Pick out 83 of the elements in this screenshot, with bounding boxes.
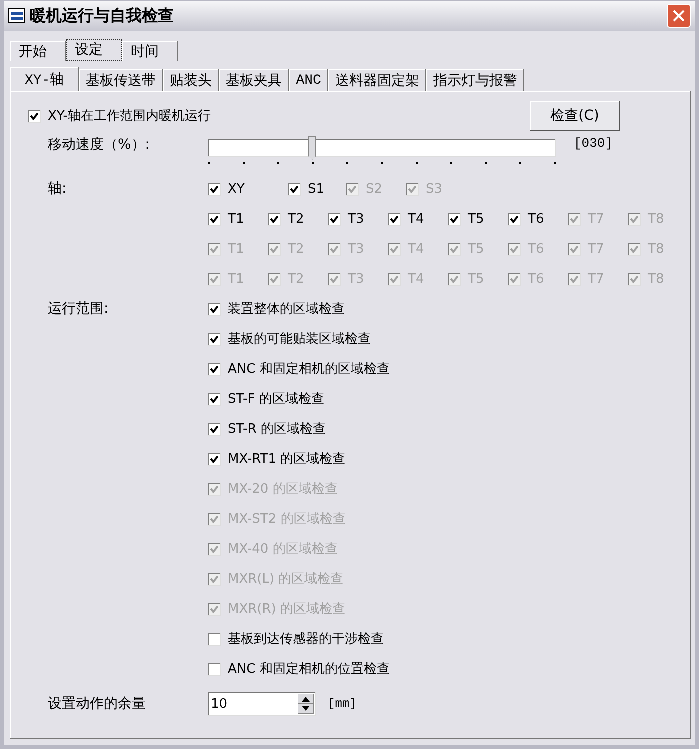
- checkbox-label: T5: [468, 212, 484, 226]
- tab[interactable]: 指示灯与报警: [426, 69, 524, 91]
- checkbox[interactable]: [28, 110, 41, 122]
- speed-label: 移动速度（%）:: [48, 136, 152, 154]
- checkbox-label: 基板的可能贴装区域检查: [228, 331, 371, 348]
- checkbox-label: ST-R 的区域检查: [228, 421, 326, 438]
- checkbox[interactable]: [508, 212, 521, 226]
- checkbox-label: XY: [228, 182, 245, 196]
- checkbox[interactable]: [388, 212, 401, 226]
- checkbox[interactable]: [208, 362, 221, 376]
- checkbox-label: T6: [528, 212, 544, 226]
- speed-slider[interactable]: [208, 136, 556, 166]
- axis-label: 轴:: [48, 180, 68, 198]
- checkbox[interactable]: [268, 212, 281, 226]
- checkbox-label: T3: [348, 272, 364, 286]
- close-icon: [673, 10, 685, 22]
- checkbox-label: 装置整体的区域检查: [228, 301, 345, 318]
- checkbox-label: T7: [588, 212, 604, 226]
- checkbox-label: T8: [648, 272, 664, 286]
- tab[interactable]: ANC: [289, 69, 328, 91]
- unit-label: [mm]: [328, 697, 357, 711]
- checkbox-label: MX-RT1 的区域检查: [228, 451, 346, 468]
- checkbox[interactable]: [208, 212, 221, 226]
- tab[interactable]: 基板传送带: [79, 69, 164, 91]
- tab[interactable]: 时间: [122, 41, 178, 61]
- checkbox[interactable]: [288, 182, 301, 196]
- checkbox[interactable]: [208, 452, 221, 466]
- checkbox[interactable]: [208, 662, 221, 676]
- checkbox[interactable]: [448, 212, 461, 226]
- checkbox[interactable]: [328, 212, 341, 226]
- tab[interactable]: 基板夹具: [219, 69, 290, 91]
- spinner-arrows-icon[interactable]: [298, 694, 314, 714]
- checkbox[interactable]: [208, 632, 221, 646]
- checkbox-label: T2: [288, 242, 304, 256]
- checkbox[interactable]: [208, 182, 221, 196]
- margin-label: 设置动作的余量: [48, 695, 147, 713]
- checkbox[interactable]: [208, 302, 221, 316]
- checkbox-label: S2: [366, 182, 383, 196]
- checkbox-label: T1: [228, 242, 244, 256]
- speed-reading: [030]: [574, 136, 614, 151]
- close-button[interactable]: [667, 4, 691, 28]
- checkbox-label: MX-ST2 的区域检查: [228, 511, 346, 528]
- checkbox-label: T8: [648, 212, 664, 226]
- checkbox-label: T3: [348, 242, 364, 256]
- checkbox-label: T5: [468, 272, 484, 286]
- tab[interactable]: 贴装头: [163, 69, 220, 91]
- checkbox-label: MX-20 的区域检查: [228, 481, 338, 498]
- checkbox-label: T6: [528, 272, 544, 286]
- checkbox-label: ANC 和固定相机的区域检查: [228, 361, 390, 378]
- tab[interactable]: 送料器固定架: [328, 69, 426, 91]
- slider-thumb[interactable]: [308, 136, 316, 160]
- tab[interactable]: 设定: [66, 39, 122, 61]
- window-icon: [8, 7, 26, 25]
- checkbox-label: T1: [228, 212, 244, 226]
- checkbox-label: ANC 和固定相机的位置检查: [228, 661, 390, 678]
- tab[interactable]: XY-轴: [10, 67, 80, 91]
- checkbox-label: T4: [408, 212, 424, 226]
- checkbox-label: MXR(R) 的区域检查: [228, 601, 346, 618]
- checkbox-label: S3: [426, 182, 443, 196]
- range-label: 运行范围:: [48, 300, 110, 318]
- check-button[interactable]: 检查(C): [530, 101, 620, 131]
- checkbox-label: T2: [288, 212, 304, 226]
- window-title: 暖机运行与自我检查: [30, 6, 175, 26]
- tab[interactable]: 开始: [10, 41, 66, 61]
- checkbox[interactable]: [208, 392, 221, 406]
- checkbox-label: MXR(L) 的区域检查: [228, 571, 344, 588]
- checkbox-label: S1: [308, 182, 325, 196]
- checkbox-label: MX-40 的区域检查: [228, 541, 338, 558]
- checkbox-label: T6: [528, 242, 544, 256]
- checkbox-label: T4: [408, 242, 424, 256]
- checkbox-label: 基板到达传感器的干涉检查: [228, 631, 384, 648]
- checkbox[interactable]: [208, 332, 221, 346]
- checkbox-label: ST-F 的区域检查: [228, 391, 324, 408]
- checkbox-label: T4: [408, 272, 424, 286]
- checkbox-label: T8: [648, 242, 664, 256]
- checkbox-label: T2: [288, 272, 304, 286]
- checkbox-label: T3: [348, 212, 364, 226]
- checkbox-label: XY-轴在工作范围内暖机运行: [48, 108, 211, 125]
- checkbox-label: T7: [588, 242, 604, 256]
- checkbox[interactable]: [208, 422, 221, 436]
- checkbox-label: T7: [588, 272, 604, 286]
- checkbox-label: T1: [228, 272, 244, 286]
- checkbox-label: T5: [468, 242, 484, 256]
